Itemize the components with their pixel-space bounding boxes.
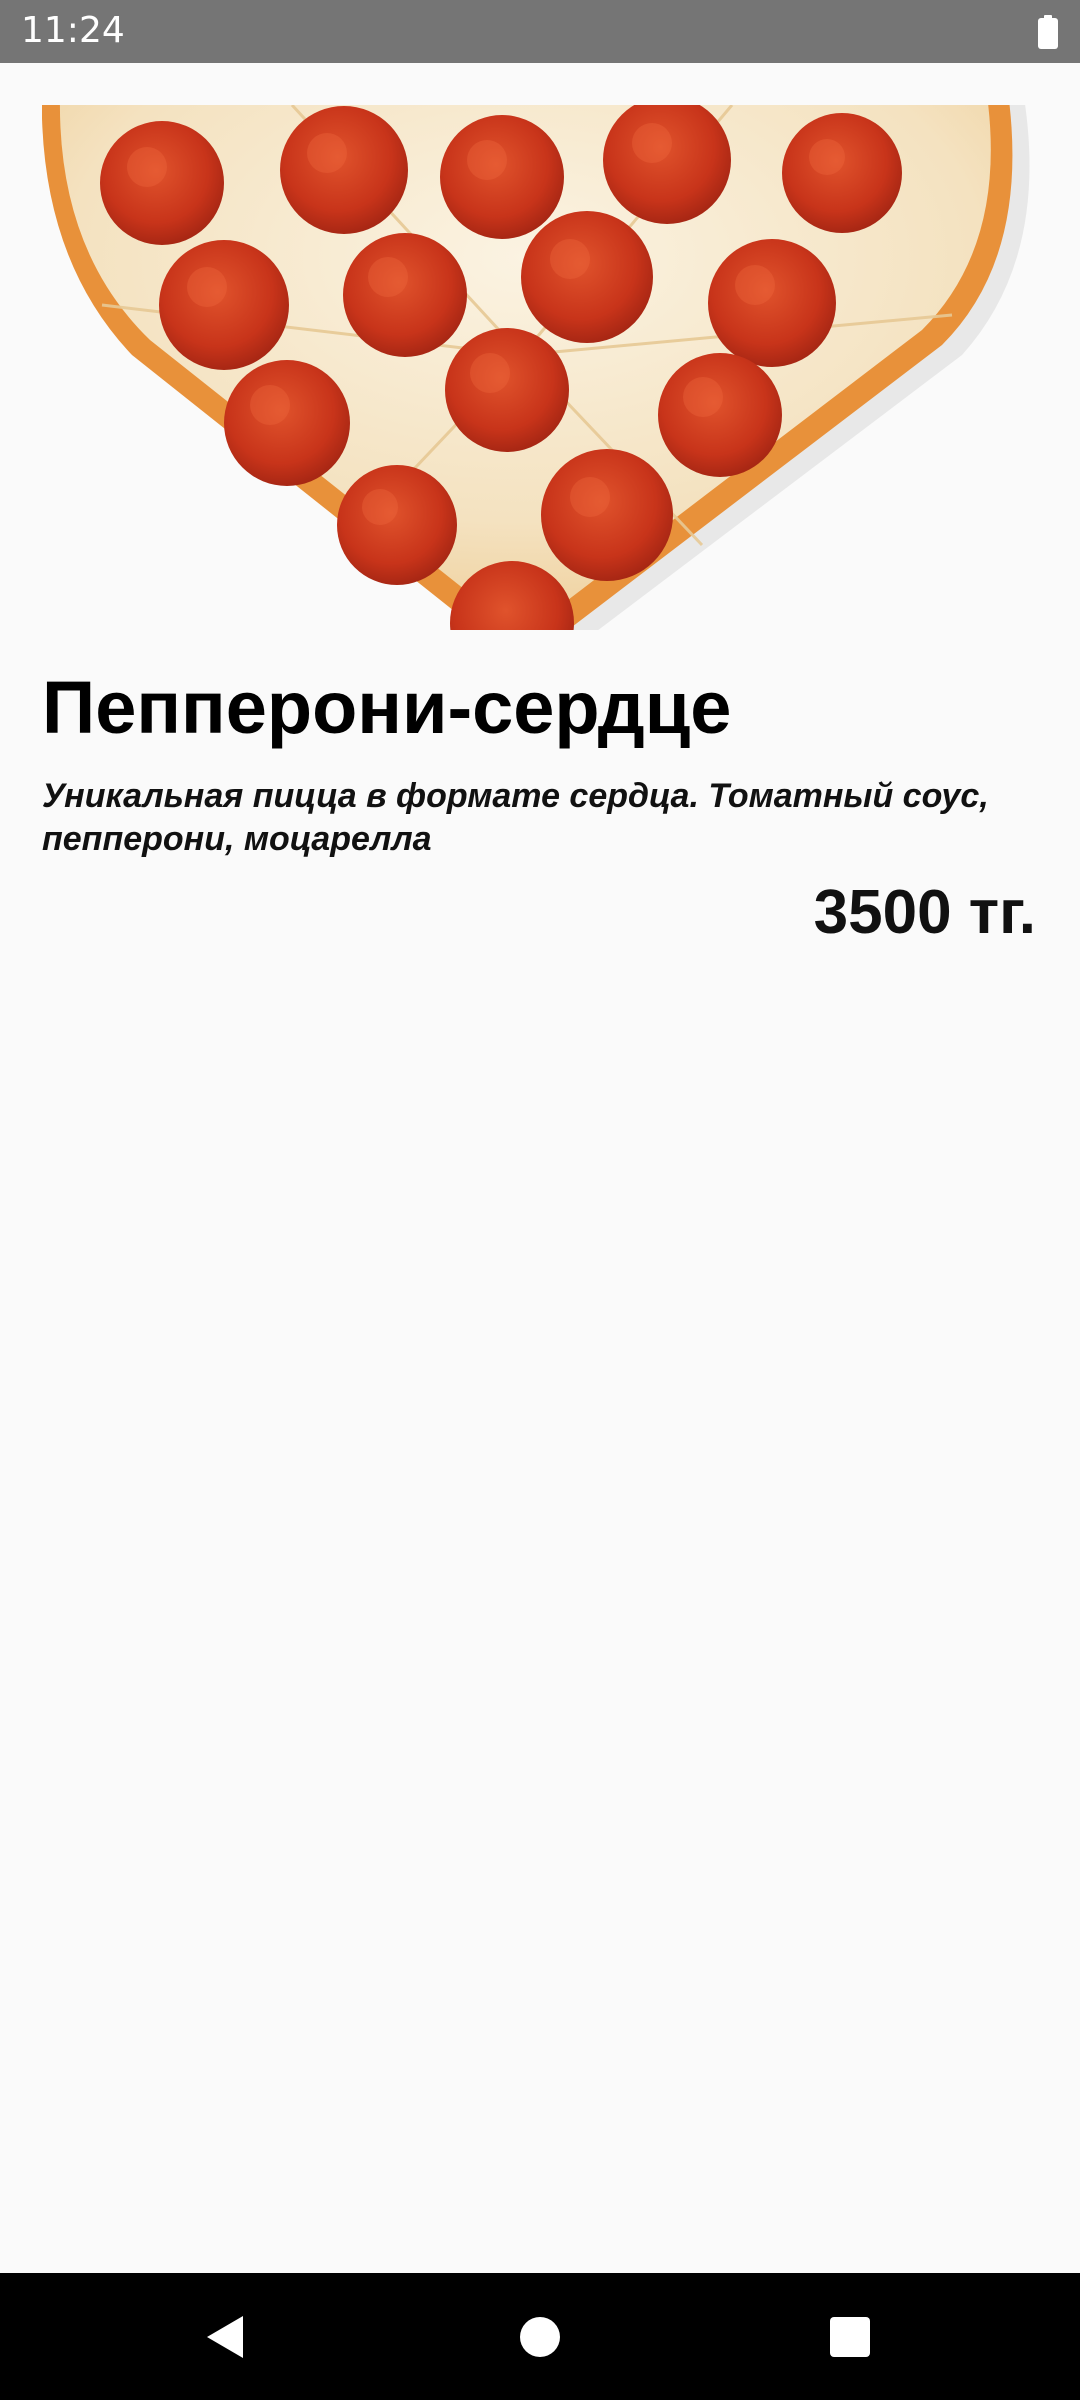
back-button[interactable] <box>155 2273 295 2400</box>
status-time: 11:24 <box>21 10 125 51</box>
recents-button[interactable] <box>780 2273 920 2400</box>
status-bar: 11:24 <box>0 0 1080 63</box>
back-icon <box>207 2315 243 2358</box>
recents-icon <box>830 2316 870 2357</box>
battery-icon <box>1038 15 1058 49</box>
pepperoni-heart-pizza-image <box>42 105 1030 630</box>
product-title: Пепперони-сердце <box>42 666 732 749</box>
product-price: 3500 тг. <box>813 878 1036 947</box>
product-description: Уникальная пицца в формате сердца. Томат… <box>42 777 989 858</box>
home-button[interactable] <box>470 2273 610 2400</box>
product-detail: Пепперони-сердце Уникальная пицца в форм… <box>0 63 1080 2273</box>
home-icon <box>520 2316 560 2357</box>
screen: 11:24 Пепперони-сердце Уникальная пицца … <box>0 0 1080 2400</box>
navigation-bar <box>0 2273 1080 2400</box>
